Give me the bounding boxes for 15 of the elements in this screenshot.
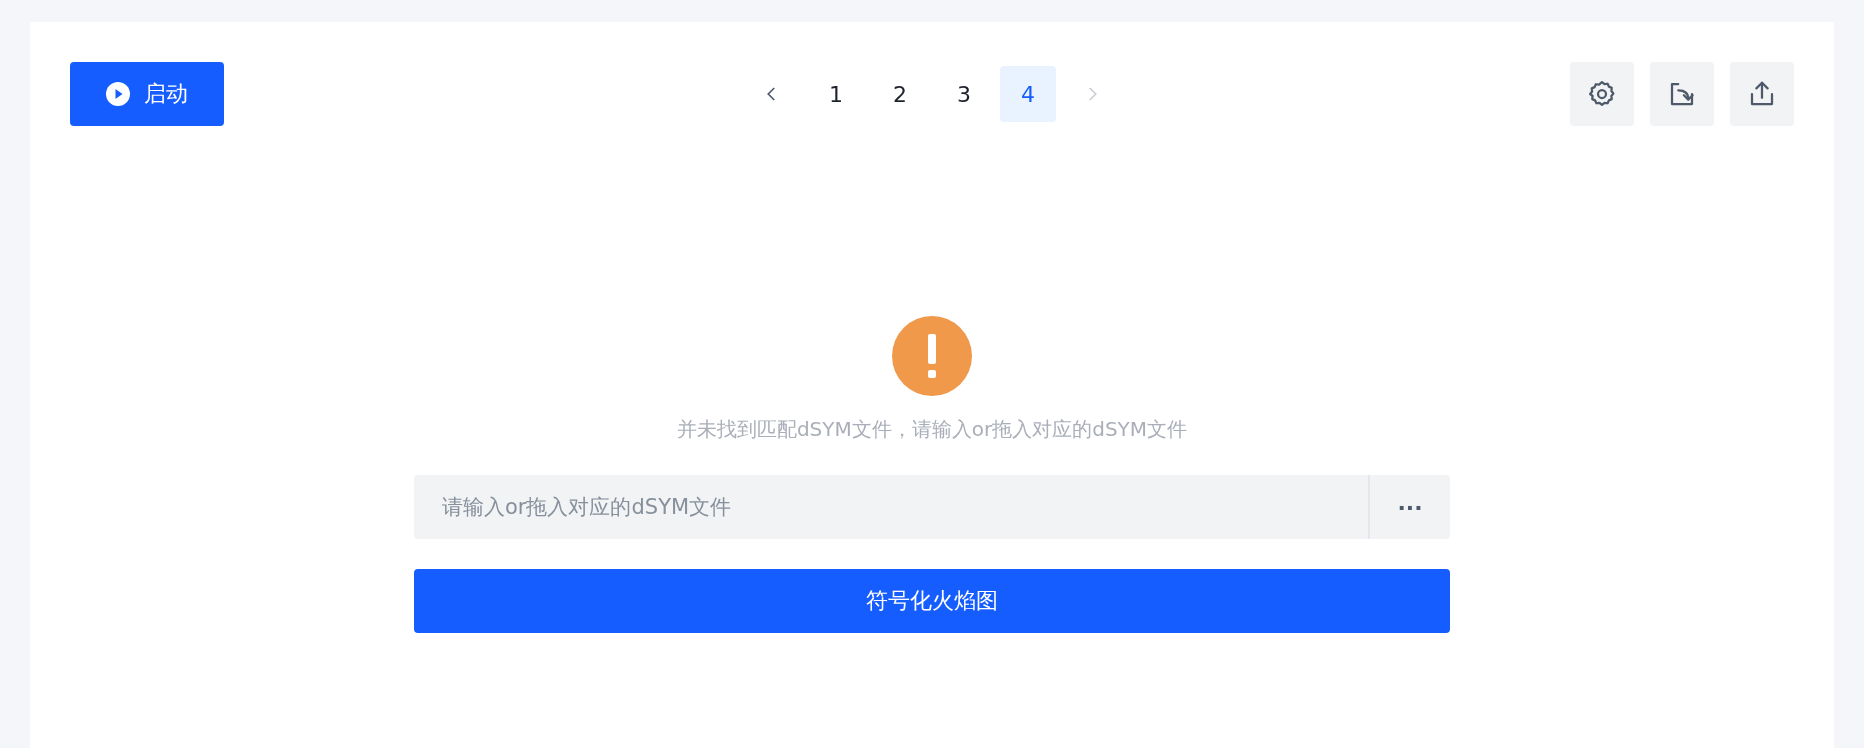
- page-button[interactable]: 2: [872, 66, 928, 122]
- import-button[interactable]: [1650, 62, 1714, 126]
- play-icon: [106, 82, 130, 106]
- settings-button[interactable]: [1570, 62, 1634, 126]
- export-button[interactable]: [1730, 62, 1794, 126]
- page-button[interactable]: 3: [936, 66, 992, 122]
- warning-icon: [892, 316, 972, 396]
- symbolize-button[interactable]: 符号化火焰图: [414, 569, 1450, 633]
- page-button[interactable]: 4: [1000, 66, 1056, 122]
- file-input-field[interactable]: 请输入or拖入对应的dSYM文件 ···: [414, 475, 1450, 539]
- empty-message: 并未找到匹配dSYM文件，请输入or拖入对应的dSYM文件: [676, 416, 1188, 443]
- browse-button[interactable]: ···: [1368, 475, 1450, 539]
- settings-icon: [1587, 79, 1617, 109]
- page-button[interactable]: 1: [808, 66, 864, 122]
- start-button[interactable]: 启动: [70, 62, 224, 126]
